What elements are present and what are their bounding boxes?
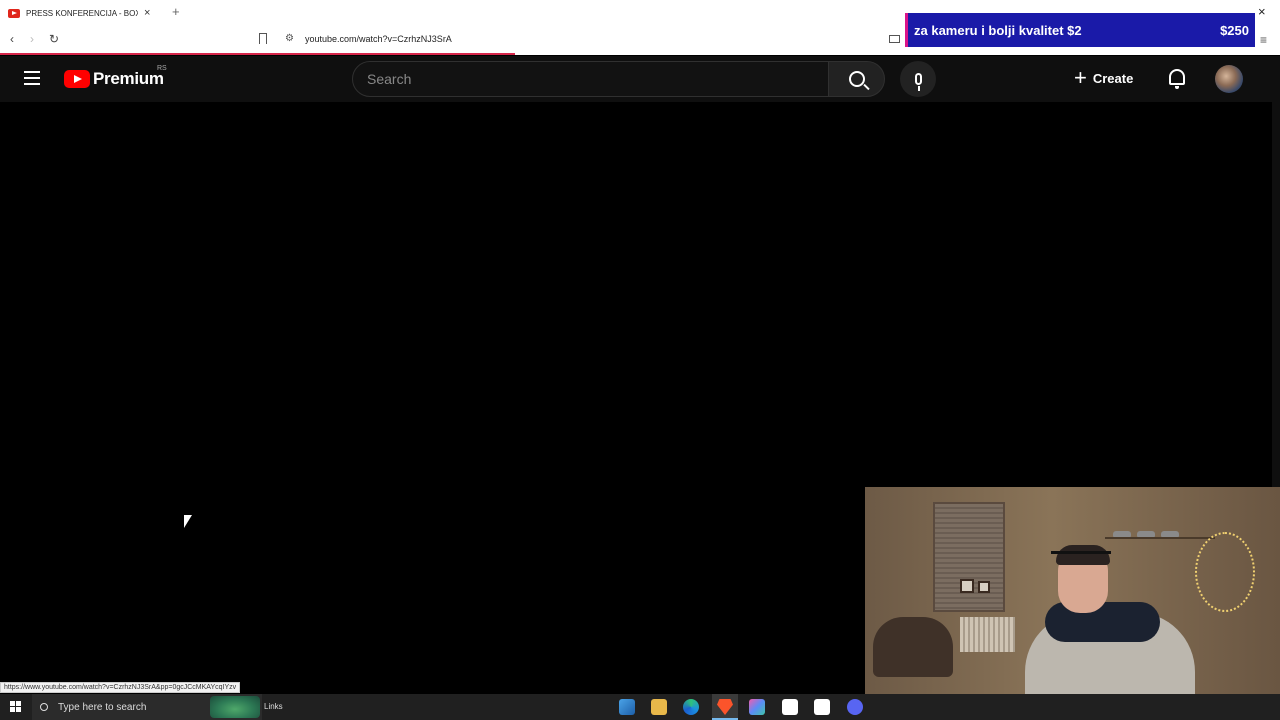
edge-icon[interactable]	[683, 699, 699, 715]
youtube-premium-logo[interactable]: Premium RS	[64, 65, 167, 89]
donation-total: $250	[1220, 22, 1249, 38]
plus-icon: +	[1074, 65, 1087, 90]
taskbar-search-placeholder: Type here to search	[58, 701, 147, 713]
create-button[interactable]: + Create	[1074, 67, 1133, 89]
webcam-overlay	[865, 487, 1280, 694]
bookmark-icon[interactable]	[259, 33, 267, 44]
page-loading-bar	[0, 53, 515, 55]
links-toolbar[interactable]: Links	[264, 702, 283, 711]
create-label: Create	[1092, 70, 1134, 86]
region-code: RS	[157, 65, 167, 72]
search-icon	[40, 703, 48, 711]
voice-search-button[interactable]	[900, 61, 936, 97]
copilot-icon[interactable]	[749, 699, 765, 715]
tab-title: PRESS KONFERENCIJA - BOX EV	[26, 8, 138, 18]
url-field[interactable]: youtube.com/watch?v=CzrhzNJ3SrA	[305, 34, 452, 44]
taskbar-search[interactable]: Type here to search	[32, 694, 262, 720]
pinned-app-icon[interactable]	[619, 699, 635, 715]
capcut-icon[interactable]	[782, 699, 798, 715]
youtube-play-icon	[64, 70, 90, 88]
browser-menu-button[interactable]: ≡	[1260, 33, 1267, 47]
notifications-bell-icon[interactable]	[1169, 69, 1185, 89]
browser-tab[interactable]: PRESS KONFERENCIJA - BOX EV ×	[0, 0, 163, 26]
mouse-cursor-icon	[184, 515, 192, 528]
cast-icon[interactable]	[889, 35, 900, 43]
site-info-icon[interactable]: ⚙	[285, 33, 294, 44]
microphone-icon	[914, 73, 922, 91]
tab-close-icon[interactable]: ×	[144, 7, 150, 19]
youtube-header: Premium RS Search + Create	[0, 56, 1280, 102]
back-button[interactable]: ‹	[10, 32, 14, 46]
new-tab-button[interactable]: +	[172, 4, 180, 19]
forward-button[interactable]: ›	[30, 32, 34, 46]
window-close-button[interactable]: ×	[1258, 4, 1266, 19]
logo-text: Premium	[93, 69, 164, 88]
file-explorer-icon[interactable]	[651, 699, 667, 715]
donation-banner: za kameru i bolji kvalitet $2 $250	[905, 13, 1255, 47]
capcut-icon[interactable]	[814, 699, 830, 715]
page-loading-track	[515, 53, 1280, 55]
avatar[interactable]	[1215, 65, 1243, 93]
reload-button[interactable]: ↻	[49, 32, 59, 46]
donation-message: za kameru i bolji kvalitet $2	[914, 22, 1082, 38]
youtube-favicon-icon	[8, 8, 20, 18]
discord-icon[interactable]	[847, 699, 863, 715]
search-button[interactable]	[828, 61, 885, 97]
hamburger-menu-icon[interactable]	[24, 71, 40, 85]
search-highlight-image	[210, 696, 260, 718]
windows-taskbar: Type here to search Links	[0, 694, 1280, 720]
windows-start-icon[interactable]	[10, 701, 21, 712]
search-icon	[848, 71, 865, 87]
search-input[interactable]: Search	[352, 61, 829, 97]
status-url-tooltip: https://www.youtube.com/watch?v=CzrhzNJ3…	[0, 682, 241, 693]
